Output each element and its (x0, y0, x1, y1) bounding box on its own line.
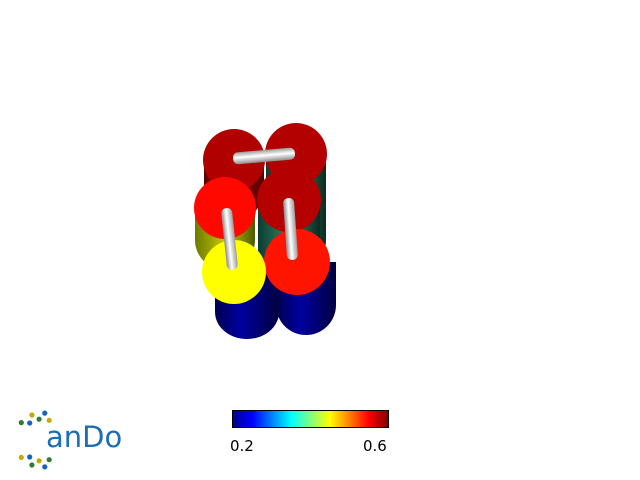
logo-bead (29, 462, 35, 468)
colorbar-gradient (232, 410, 389, 428)
logo-bead (27, 420, 33, 426)
colorbar-max-label: 0.6 (363, 437, 387, 455)
logo-bead (46, 457, 52, 463)
logo-bead (18, 420, 24, 426)
logo-bead (36, 416, 42, 422)
colorbar-min-label: 0.2 (230, 437, 254, 455)
logo-bead (29, 412, 35, 418)
cando-logo-text: anDo (46, 420, 123, 454)
logo-bead (36, 458, 42, 464)
3d-viewport[interactable] (0, 0, 640, 480)
helix-caps (194, 123, 330, 304)
logo-bead (27, 454, 33, 460)
helix-cap-bottom-right (264, 229, 330, 295)
logo-bead (42, 464, 48, 470)
helix-bundle-render (194, 123, 336, 339)
logo-bead (42, 410, 48, 416)
logo-bead (18, 454, 24, 460)
